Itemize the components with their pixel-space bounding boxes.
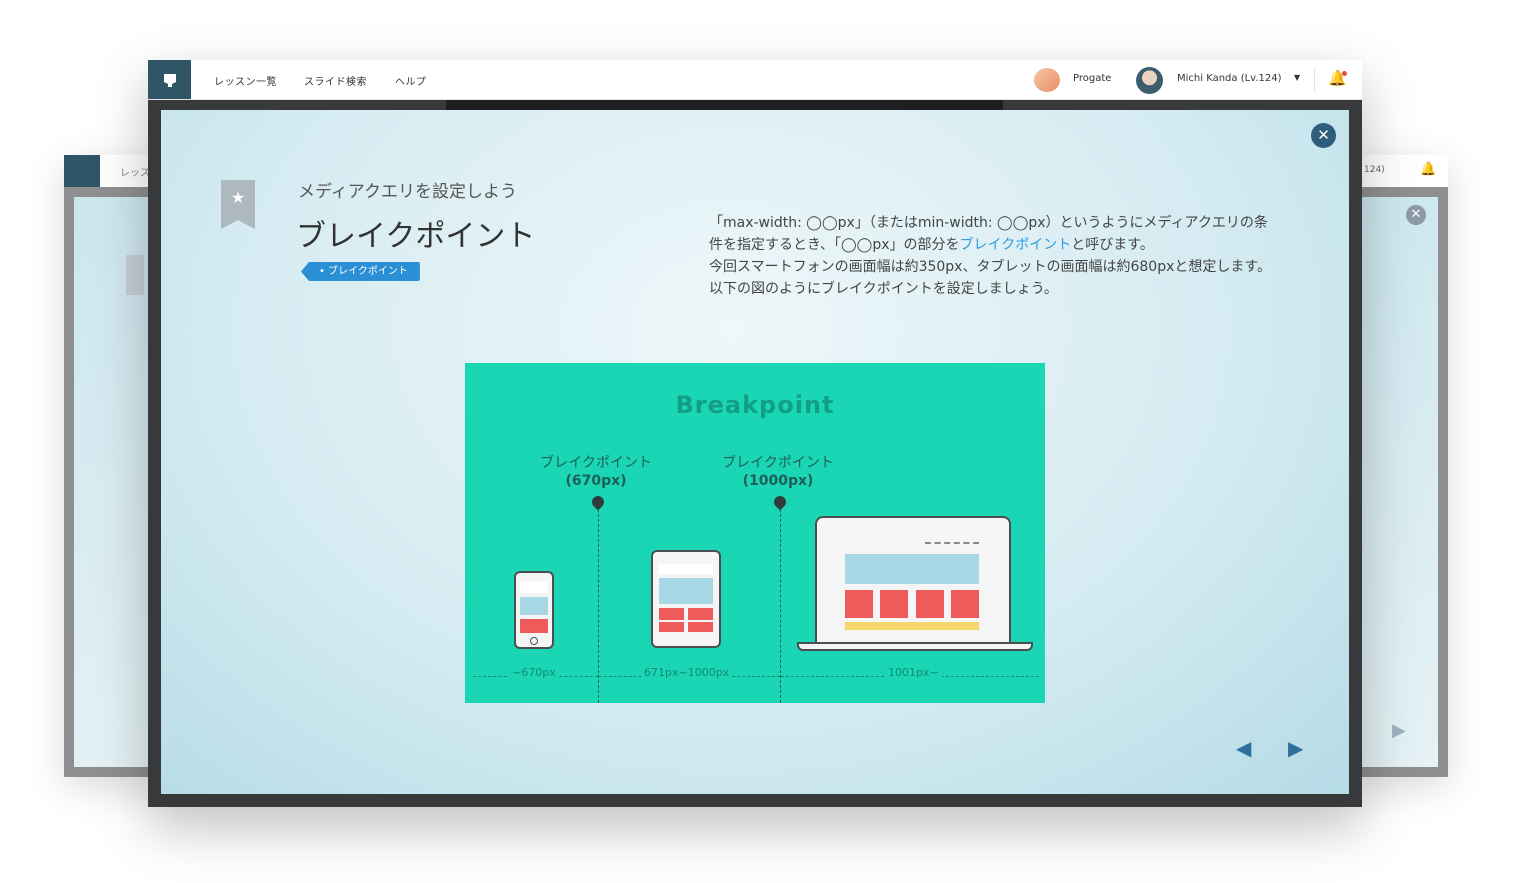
main-window: レッスン一覧 スライド検索 ヘルプ Progate Michi Kanda (L… <box>148 60 1362 807</box>
laptop-base <box>797 642 1033 651</box>
tag-badge[interactable]: • ブレイクポイント <box>301 262 420 281</box>
background-nav-link: レッス <box>120 168 150 179</box>
nav-link-lessons[interactable]: レッスン一覧 <box>214 73 277 88</box>
breakpoint-label-670: ブレイクポイント (670px) <box>531 454 661 490</box>
description-text: 今回スマートフォンの画面幅は約350px、タブレットの画面幅は約680pxと想定… <box>709 259 1271 297</box>
device-block <box>951 590 979 618</box>
device-header <box>659 564 713 574</box>
device-image <box>520 597 548 615</box>
breakpoint-pin-icon <box>589 493 607 511</box>
background-slide <box>1350 197 1438 767</box>
right-arrow-icon: ▶ <box>1392 720 1406 741</box>
breakpoint-line <box>780 509 781 703</box>
logo-icon <box>163 74 176 87</box>
device-block <box>659 608 684 620</box>
breakpoint-diagram: Breakpoint ブレイクポイント (670px) ブレイクポイント (10… <box>465 363 1045 703</box>
description-text: と呼びます。 <box>1071 237 1154 253</box>
bell-icon: 🔔 <box>1420 162 1437 177</box>
device-block <box>916 590 944 618</box>
device-image <box>659 578 713 604</box>
device-block <box>520 619 548 633</box>
range-label-desktop: 1001px~ <box>885 666 942 679</box>
device-block <box>688 608 713 620</box>
avatar[interactable] <box>1136 67 1163 94</box>
device-menu <box>925 542 979 546</box>
navbar: レッスン一覧 スライド検索 ヘルプ Progate Michi Kanda (L… <box>148 60 1362 100</box>
background-slide <box>74 197 159 767</box>
background-window-right: 124) 🔔 ✕ ▶ <box>1350 155 1448 777</box>
left-arrow-icon[interactable]: ◀ <box>1236 736 1251 760</box>
slide-description: 「max-width: ◯◯px」（またはmin-width: ◯◯px）という… <box>709 212 1279 300</box>
slide-panel: ✕ ★ メディアクエリを設定しよう ブレイクポイント • ブレイクポイント 「m… <box>161 110 1349 794</box>
range-label-tablet: 671px~1000px <box>641 666 733 679</box>
nav-link-help[interactable]: ヘルプ <box>395 73 427 88</box>
device-block <box>659 622 684 632</box>
device-header <box>520 581 548 593</box>
diagram-title: Breakpoint <box>675 391 835 419</box>
breakpoint-label-text: ブレイクポイント <box>722 455 834 471</box>
progate-avatar[interactable] <box>1034 68 1060 92</box>
close-icon[interactable]: ✕ <box>1311 123 1336 148</box>
close-icon: ✕ <box>1406 205 1426 225</box>
nav-link-slide-search[interactable]: スライド検索 <box>304 73 367 88</box>
slide-subtitle: メディアクエリを設定しよう <box>298 182 517 202</box>
nav-progate[interactable]: Progate <box>1073 73 1111 84</box>
laptop-illustration <box>815 516 1011 644</box>
background-window-left: レッス <box>64 155 159 777</box>
device-block <box>845 590 873 618</box>
home-button <box>530 637 538 645</box>
device-block <box>880 590 908 618</box>
device-block <box>688 622 713 632</box>
breakpoint-label-1000: ブレイクポイント (1000px) <box>713 454 843 490</box>
right-arrow-icon[interactable]: ▶ <box>1288 736 1303 760</box>
chevron-down-icon[interactable]: ▼ <box>1294 73 1300 82</box>
breakpoint-line <box>598 509 599 703</box>
slide-title: ブレイクポイント <box>296 219 536 254</box>
divider <box>1314 69 1315 91</box>
logo-icon[interactable] <box>148 60 191 99</box>
star-icon: ★ <box>230 188 246 207</box>
breakpoint-pin-icon <box>771 493 789 511</box>
star-ribbon-icon <box>126 255 144 295</box>
user-name[interactable]: Michi Kanda (Lv.124) <box>1177 73 1281 84</box>
device-footer <box>845 622 979 630</box>
breakpoint-label-value: (670px) <box>565 473 627 489</box>
device-image <box>845 554 979 584</box>
notification-dot <box>1342 71 1347 76</box>
smartphone-illustration <box>514 571 554 649</box>
breakpoint-label-value: (1000px) <box>742 473 814 489</box>
background-user-level: 124) <box>1364 165 1385 175</box>
tablet-illustration <box>651 550 721 648</box>
breakpoint-label-text: ブレイクポイント <box>540 455 652 471</box>
description-highlight: ブレイクポイント <box>959 237 1072 253</box>
logo-icon <box>64 155 100 187</box>
range-label-mobile: ~670px <box>509 666 559 679</box>
top-strip <box>446 100 1003 110</box>
